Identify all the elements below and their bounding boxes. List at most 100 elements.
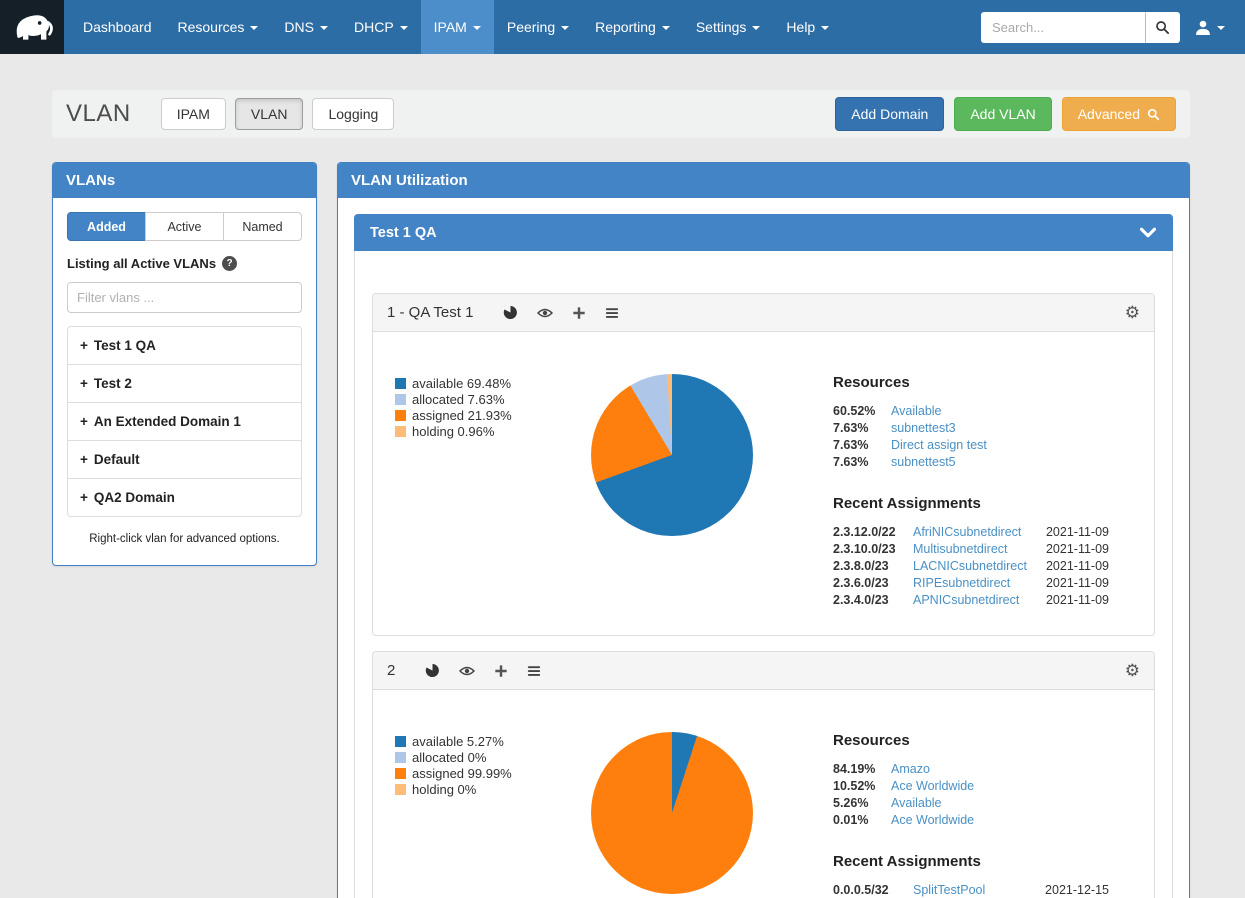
assignment-link[interactable]: AfriNICsubnetdirect [913, 524, 1021, 541]
domain-section: Test 1 QA 1 - QA Test 1 [354, 214, 1173, 898]
vlan-filter-tabs: Added Active Named [67, 212, 302, 241]
vlan-card-body: available 69.48% allocated 7.63% assigne… [373, 332, 1154, 635]
vlan-list-item[interactable]: +Default [68, 441, 301, 479]
tab-active[interactable]: Active [145, 212, 224, 241]
tab-vlan[interactable]: VLAN [235, 98, 304, 130]
caret-down-icon [752, 26, 760, 30]
user-menu[interactable] [1180, 0, 1245, 54]
nav-ipam[interactable]: IPAM [421, 0, 494, 54]
help-icon[interactable]: ? [222, 256, 237, 271]
domain-section-header[interactable]: Test 1 QA [354, 214, 1173, 251]
nav-peering[interactable]: Peering [494, 0, 582, 54]
vlan-card-body: available 5.27% allocated 0% assigned 99… [373, 690, 1154, 898]
vlan-card: 2 ⚙ [372, 651, 1155, 898]
search-icon [1155, 20, 1170, 35]
legend-swatch [395, 736, 406, 747]
page-title: VLAN [66, 100, 131, 128]
expand-icon: + [80, 338, 88, 353]
add-vlan-button[interactable]: Add VLAN [954, 97, 1051, 131]
vlan-card: 1 - QA Test 1 ⚙ [372, 293, 1155, 636]
page-actions: Add Domain Add VLAN Advanced [835, 97, 1176, 131]
listing-row: Listing all Active VLANs ? [67, 256, 302, 271]
resource-row: 7.63%Direct assign test [833, 437, 1109, 454]
eye-icon[interactable] [537, 307, 553, 319]
resource-link[interactable]: Ace Worldwide [891, 812, 974, 829]
plus-icon[interactable] [572, 306, 586, 320]
list-icon[interactable] [605, 306, 619, 320]
legend-item: assigned 21.93% [395, 408, 583, 424]
legend-item: holding 0% [395, 782, 583, 798]
card-stats: Resources 60.52%Available 7.63%subnettes… [833, 374, 1109, 609]
nav-help[interactable]: Help [773, 0, 842, 54]
pie-chart-icon[interactable] [503, 305, 518, 320]
search-button[interactable] [1145, 12, 1180, 43]
utilization-pie-chart [591, 374, 753, 536]
legend-swatch [395, 752, 406, 763]
domain-section-title: Test 1 QA [370, 225, 437, 241]
assignment-link[interactable]: Multisubnetdirect [913, 541, 1008, 558]
resource-link[interactable]: Ace Worldwide [891, 778, 974, 795]
tab-added[interactable]: Added [67, 212, 146, 241]
vlan-card-icons [425, 663, 541, 678]
advanced-button[interactable]: Advanced [1062, 97, 1176, 131]
list-icon[interactable] [527, 664, 541, 678]
nav-dns[interactable]: DNS [271, 0, 341, 54]
eye-icon[interactable] [459, 665, 475, 677]
nav-dashboard[interactable]: Dashboard [70, 0, 165, 54]
resource-link[interactable]: Amazo [891, 761, 930, 778]
vlan-filter-input[interactable] [67, 282, 302, 313]
vlan-list-item[interactable]: +QA2 Domain [68, 479, 301, 516]
pie-chart-icon[interactable] [425, 663, 440, 678]
caret-down-icon [561, 26, 569, 30]
recent-assignments-heading: Recent Assignments [833, 853, 1109, 870]
legend-item: allocated 0% [395, 750, 583, 766]
caret-down-icon [400, 26, 408, 30]
vlans-panel-title: VLANs [53, 163, 316, 198]
search-icon [1147, 108, 1160, 121]
assignment-link[interactable]: RIPEsubnetdirect [913, 575, 1010, 592]
assignment-row: 2.3.10.0/23Multisubnetdirect2021-11-09 [833, 541, 1109, 558]
vlan-card-header: 1 - QA Test 1 ⚙ [373, 294, 1154, 332]
caret-down-icon [821, 26, 829, 30]
assignment-row: 0.0.0.5/32SplitTestPool2021-12-15 [833, 882, 1109, 898]
resource-row: 7.63%subnettest5 [833, 454, 1109, 471]
assignment-link[interactable]: LACNICsubnetdirect [913, 558, 1027, 575]
tab-logging[interactable]: Logging [312, 98, 394, 130]
elephant-icon [10, 9, 54, 45]
vlan-utilization-title: VLAN Utilization [338, 163, 1189, 198]
plus-icon[interactable] [494, 664, 508, 678]
resource-row: 84.19%Amazo [833, 761, 1109, 778]
assignment-row: 2.3.12.0/22AfriNICsubnetdirect2021-11-09 [833, 524, 1109, 541]
vlan-utilization-panel: VLAN Utilization Test 1 QA [337, 162, 1190, 898]
resources-heading: Resources [833, 732, 1109, 749]
assignment-link[interactable]: APNICsubnetdirect [913, 592, 1019, 609]
gear-icon[interactable]: ⚙ [1125, 662, 1140, 679]
sidebar-note: Right-click vlan for advanced options. [69, 533, 300, 545]
legend-item: assigned 99.99% [395, 766, 583, 782]
vlan-list-item[interactable]: +Test 2 [68, 365, 301, 403]
nav-dhcp[interactable]: DHCP [341, 0, 421, 54]
resource-link[interactable]: subnettest3 [891, 420, 956, 437]
assignment-row: 2.3.6.0/23RIPEsubnetdirect2021-11-09 [833, 575, 1109, 592]
vlan-list-item[interactable]: +An Extended Domain 1 [68, 403, 301, 441]
tab-ipam[interactable]: IPAM [161, 98, 226, 130]
content-area: VLAN IPAM VLAN Logging Add Domain Add VL… [0, 54, 1245, 898]
vlan-list-item[interactable]: +Test 1 QA [68, 327, 301, 365]
resource-link[interactable]: subnettest5 [891, 454, 956, 471]
nav-reporting[interactable]: Reporting [582, 0, 683, 54]
nav-resources[interactable]: Resources [165, 0, 272, 54]
resource-link[interactable]: Direct assign test [891, 437, 987, 454]
resource-link[interactable]: Available [891, 795, 942, 812]
gear-icon[interactable]: ⚙ [1125, 304, 1140, 321]
provision-logo[interactable] [0, 0, 64, 54]
add-domain-button[interactable]: Add Domain [835, 97, 944, 131]
legend-swatch [395, 378, 406, 389]
vlan-card-icons [503, 305, 619, 320]
expand-icon: + [80, 452, 88, 467]
assignment-link[interactable]: SplitTestPool [913, 882, 985, 898]
assignment-row: 2.3.4.0/23APNICsubnetdirect2021-11-09 [833, 592, 1109, 609]
search-input[interactable] [981, 12, 1145, 43]
tab-named[interactable]: Named [223, 212, 302, 241]
resource-link[interactable]: Available [891, 403, 942, 420]
nav-settings[interactable]: Settings [683, 0, 774, 54]
